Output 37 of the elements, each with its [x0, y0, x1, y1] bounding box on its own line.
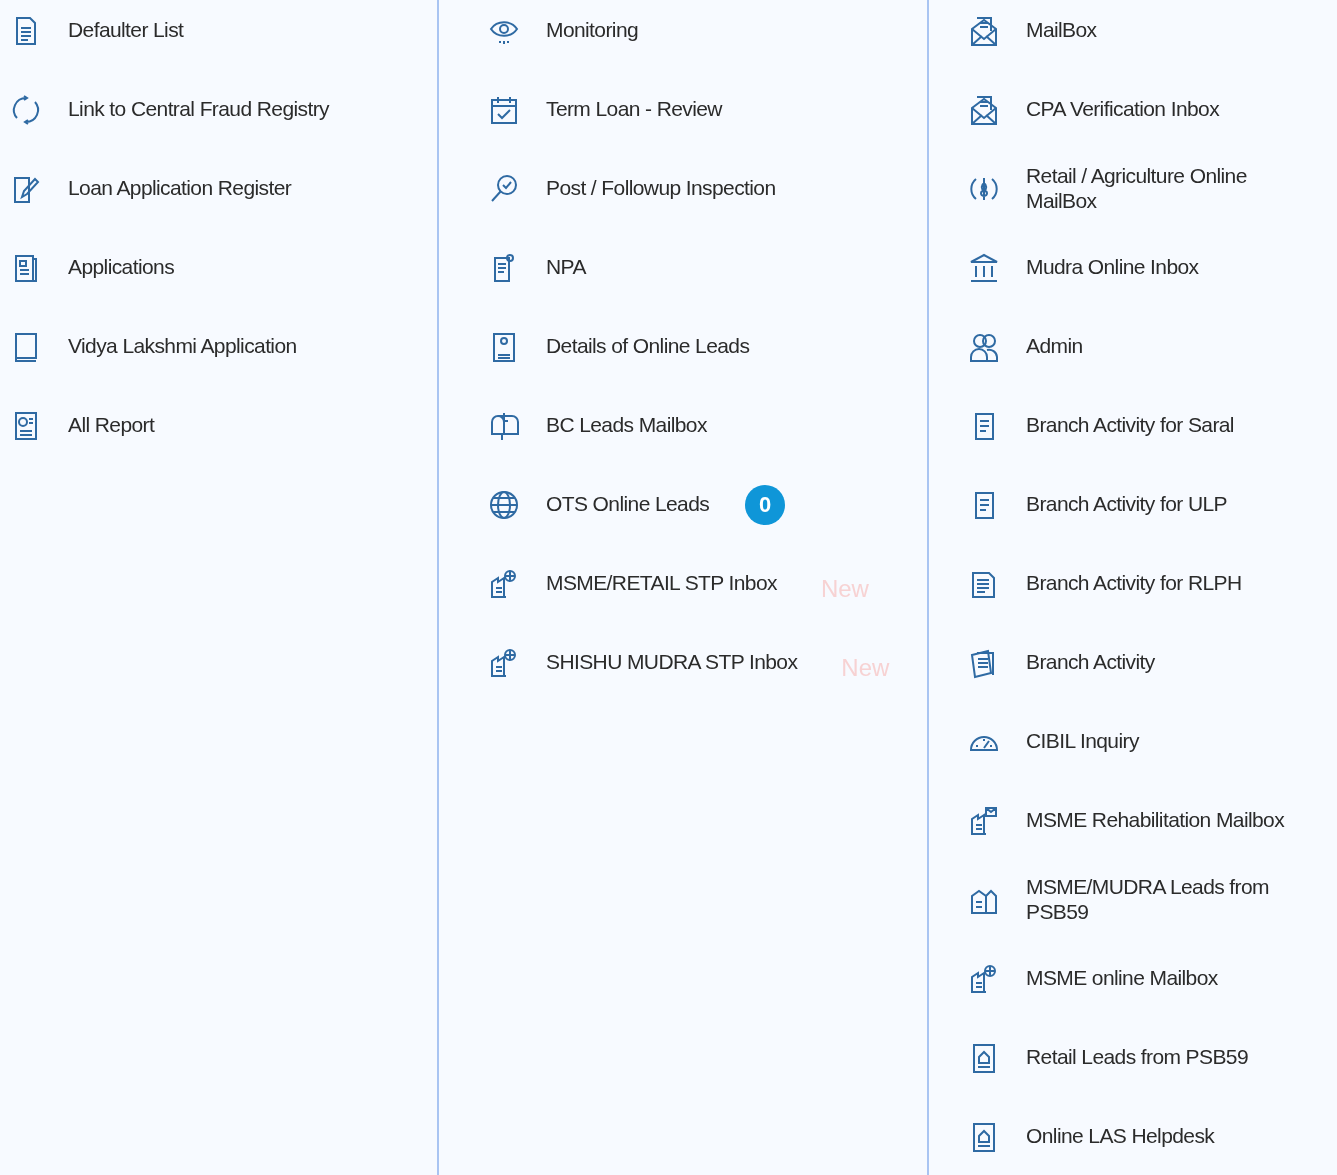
- menu-link[interactable]: All Report: [68, 413, 155, 438]
- menu-link[interactable]: MSME Rehabilitation Mailbox: [1026, 808, 1285, 833]
- menu-link[interactable]: Applications: [68, 255, 175, 280]
- bank-icon: [968, 251, 1000, 284]
- menu-link[interactable]: BC Leads Mailbox: [546, 413, 707, 438]
- count-badge: 0: [745, 484, 786, 525]
- menu-link[interactable]: SHISHU MUDRA STP Inbox: [546, 650, 798, 675]
- menu-link[interactable]: Loan Application Register: [68, 176, 292, 201]
- menu-link[interactable]: Online LAS Helpdesk: [1026, 1124, 1215, 1149]
- menu-link[interactable]: Branch Activity for Saral: [1026, 413, 1234, 438]
- menu-link[interactable]: Retail Leads from PSB59: [1026, 1045, 1248, 1070]
- factory-icon: [968, 804, 1000, 837]
- menu-link[interactable]: MailBox: [1026, 18, 1097, 43]
- menu-link[interactable]: MSME online Mailbox: [1026, 966, 1218, 991]
- menu-link[interactable]: MSME/RETAIL STP Inbox: [546, 571, 777, 596]
- menu-link[interactable]: Mudra Online Inbox: [1026, 255, 1199, 280]
- menu-link[interactable]: Vidya Lakshmi Application: [68, 334, 297, 359]
- globe-icon: [488, 488, 520, 521]
- menu-link[interactable]: OTS Online Leads: [546, 492, 710, 517]
- menu-link[interactable]: CPA Verification Inbox: [1026, 97, 1220, 122]
- menu-link[interactable]: Admin: [1026, 334, 1083, 359]
- menu-link[interactable]: Post / Followup Inspection: [546, 176, 776, 201]
- menu-link[interactable]: CIBIL Inquiry: [1026, 729, 1139, 754]
- envelope-icon: [968, 93, 1000, 126]
- menu-link[interactable]: Monitoring: [546, 18, 639, 43]
- menu-link[interactable]: Term Loan - Review: [546, 97, 722, 122]
- menu-link[interactable]: Branch Activity: [1026, 650, 1155, 675]
- menu-link[interactable]: Branch Activity for RLPH: [1026, 571, 1242, 596]
- menu-link[interactable]: Branch Activity for ULP: [1026, 492, 1227, 517]
- menu-link[interactable]: Link to Central Fraud Registry: [68, 97, 329, 122]
- menu-link[interactable]: MSME/MUDRA Leads from PSB59: [1026, 875, 1296, 924]
- refresh-icon: [10, 93, 42, 126]
- menu-link[interactable]: Retail / Agriculture Online MailBox: [1026, 164, 1296, 213]
- menu-link[interactable]: NPA: [546, 255, 586, 280]
- menu-link[interactable]: Defaulter List: [68, 18, 184, 43]
- envelope-icon: [968, 14, 1000, 47]
- menu-link[interactable]: Details of Online Leads: [546, 334, 750, 359]
